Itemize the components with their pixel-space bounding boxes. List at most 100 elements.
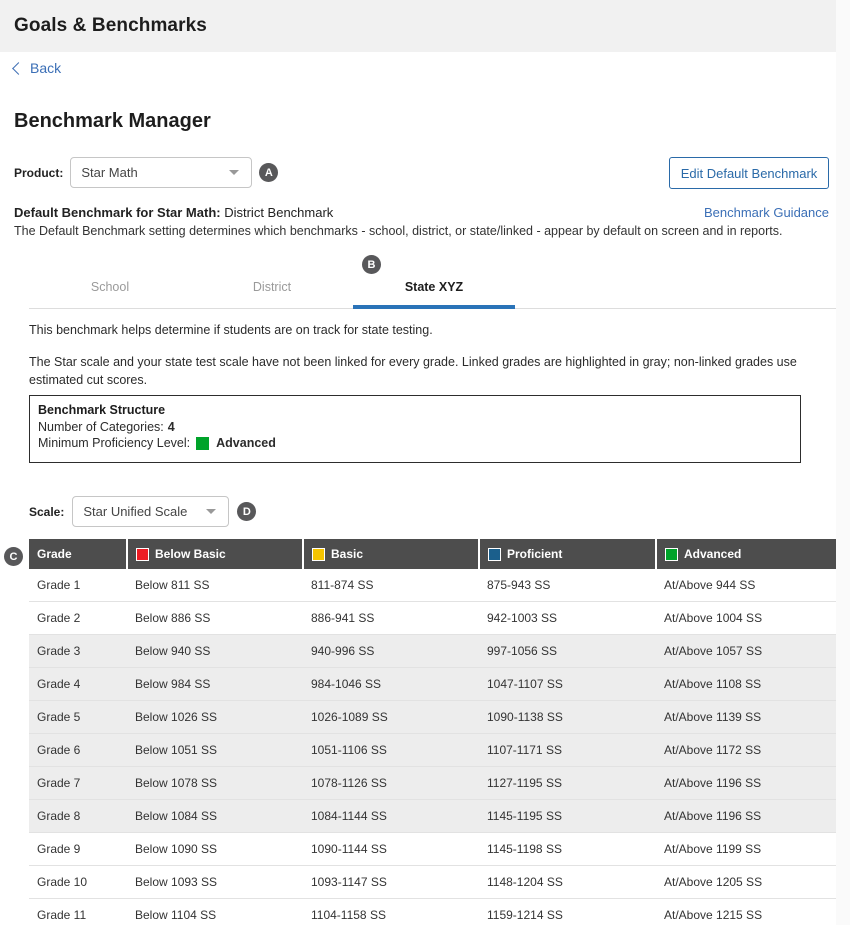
cell-below-basic: Below 886 SS — [127, 601, 303, 635]
cell-below-basic: Below 1078 SS — [127, 766, 303, 800]
cell-advanced: At/Above 1139 SS — [656, 700, 836, 734]
number-of-categories-value: 4 — [167, 420, 175, 434]
table-row: Grade 1 Below 811 SS 811-874 SS 875-943 SS A… — [29, 569, 836, 602]
cell-proficient: 1148-1204 SS — [479, 865, 656, 899]
cell-grade: Grade 3 — [29, 634, 127, 668]
benchmark-guidance-link[interactable]: Benchmark Guidance — [704, 205, 829, 220]
table-row: Grade 6 Below 1051 SS 1051-1106 SS 1107-117… — [29, 733, 836, 767]
cell-proficient: 942-1003 SS — [479, 601, 656, 635]
cell-proficient: 1159-1214 SS — [479, 898, 656, 925]
table-row: Grade 7 Below 1078 SS 1078-1126 SS 1127-119… — [29, 766, 836, 800]
cell-advanced: At/Above 1196 SS — [656, 799, 836, 833]
default-benchmark-description: The Default Benchmark setting determines… — [14, 224, 783, 238]
cell-basic: 940-996 SS — [303, 634, 479, 668]
table-row: Grade 8 Below 1084 SS 1084-1144 SS 1145-119… — [29, 799, 836, 833]
cell-proficient: 997-1056 SS — [479, 634, 656, 668]
minimum-proficiency-value: Advanced — [216, 436, 276, 450]
chevron-left-icon — [12, 62, 25, 75]
tab-school[interactable]: School — [29, 270, 191, 309]
product-select[interactable]: Star Math — [70, 157, 253, 188]
table-header-row: Grade Below Basic Basic Proficient Advan… — [29, 539, 836, 569]
column-header-below-basic: Below Basic — [127, 539, 304, 569]
cell-basic: 1078-1126 SS — [303, 766, 479, 800]
column-header-grade: Grade — [29, 539, 128, 569]
cell-advanced: At/Above 1199 SS — [656, 832, 836, 866]
column-header-grade-label: Grade — [37, 547, 72, 561]
number-of-categories-label: Number of Categories: — [38, 420, 164, 434]
cell-grade: Grade 2 — [29, 601, 127, 635]
cell-basic: 1104-1158 SS — [303, 898, 479, 925]
scale-select[interactable]: Star Unified Scale — [72, 496, 230, 527]
cell-basic: 1026-1089 SS — [303, 700, 479, 734]
cell-advanced: At/Above 1057 SS — [656, 634, 836, 668]
callout-badge-c: C — [4, 547, 23, 566]
below-basic-color-swatch — [136, 547, 149, 561]
cell-proficient: 1127-1195 SS — [479, 766, 656, 800]
scale-select-value: Star Unified Scale — [83, 504, 188, 519]
default-benchmark-line: Default Benchmark for Star Math: Distric… — [14, 205, 333, 220]
cell-below-basic: Below 1093 SS — [127, 865, 303, 899]
table-row: Grade 3 Below 940 SS 940-996 SS 997-1056 SS… — [29, 634, 836, 668]
benchmark-description-1: This benchmark helps determine if studen… — [29, 323, 433, 337]
column-header-basic-label: Basic — [331, 547, 364, 561]
cell-basic: 811-874 SS — [303, 569, 479, 602]
cell-grade: Grade 1 — [29, 569, 127, 602]
scale-label: Scale: — [29, 504, 65, 519]
cell-proficient: 1090-1138 SS — [479, 700, 656, 734]
cell-below-basic: Below 1104 SS — [127, 898, 303, 925]
cell-below-basic: Below 940 SS — [127, 634, 303, 668]
callout-badge-d: D — [237, 502, 257, 521]
cell-below-basic: Below 1090 SS — [127, 832, 303, 866]
edit-default-benchmark-button[interactable]: Edit Default Benchmark — [669, 157, 829, 189]
benchmark-manager-page: Goals & Benchmarks Back Benchmark Manage… — [0, 0, 850, 925]
cell-grade: Grade 9 — [29, 832, 127, 866]
benchmark-tabs: School District State XYZ — [29, 270, 836, 309]
tab-district[interactable]: District — [191, 270, 353, 309]
cell-below-basic: Below 811 SS — [127, 569, 303, 602]
product-label: Product: — [14, 165, 64, 180]
product-select-value: Star Math — [81, 165, 138, 180]
cell-advanced: At/Above 944 SS — [656, 569, 836, 602]
column-header-advanced: Advanced — [656, 539, 836, 569]
cell-grade: Grade 8 — [29, 799, 127, 833]
table-row: Grade 11 Below 1104 SS 1104-1158 SS 1159-12… — [29, 898, 836, 925]
cell-below-basic: Below 1084 SS — [127, 799, 303, 833]
table-row: Grade 9 Below 1090 SS 1090-1144 SS 1145-119… — [29, 832, 836, 866]
product-selector-row: Product: Star Math A — [14, 157, 279, 188]
cell-basic: 984-1046 SS — [303, 667, 479, 701]
table-row: Grade 5 Below 1026 SS 1026-1089 SS 1090-113… — [29, 700, 836, 734]
cell-proficient: 1107-1171 SS — [479, 733, 656, 767]
benchmark-cut-scores-table: Grade Below Basic Basic Proficient Advan… — [29, 539, 836, 925]
app-header-title: Goals & Benchmarks — [14, 15, 207, 36]
cell-grade: Grade 5 — [29, 700, 127, 734]
column-header-basic: Basic — [303, 539, 480, 569]
cell-below-basic: Below 984 SS — [127, 667, 303, 701]
column-header-advanced-label: Advanced — [684, 547, 742, 561]
cell-proficient: 1145-1198 SS — [479, 832, 656, 866]
cell-grade: Grade 7 — [29, 766, 127, 800]
cell-advanced: At/Above 1215 SS — [656, 898, 836, 925]
proficient-color-swatch — [488, 547, 501, 561]
cell-below-basic: Below 1026 SS — [127, 700, 303, 734]
page-title: Benchmark Manager — [14, 110, 211, 132]
table-body: Grade 1 Below 811 SS 811-874 SS 875-943 SS A… — [29, 569, 836, 925]
column-header-proficient-label: Proficient — [507, 547, 563, 561]
scale-selector-row: Scale: Star Unified Scale D — [29, 496, 257, 527]
cell-proficient: 1145-1195 SS — [479, 799, 656, 833]
cell-grade: Grade 4 — [29, 667, 127, 701]
cell-advanced: At/Above 1108 SS — [656, 667, 836, 701]
tab-state-xyz[interactable]: State XYZ — [353, 270, 515, 309]
back-link[interactable]: Back — [12, 60, 61, 76]
page-right-gutter — [836, 0, 850, 925]
column-header-below-basic-label: Below Basic — [155, 547, 226, 561]
cell-advanced: At/Above 1205 SS — [656, 865, 836, 899]
table-header: Grade Below Basic Basic Proficient Advan… — [29, 539, 836, 569]
cell-basic: 1051-1106 SS — [303, 733, 479, 767]
default-benchmark-value: District Benchmark — [224, 205, 334, 220]
cell-below-basic: Below 1051 SS — [127, 733, 303, 767]
app-header: Goals & Benchmarks — [0, 0, 836, 52]
benchmark-description-2: The Star scale and your state test scale… — [29, 355, 797, 388]
cell-basic: 886-941 SS — [303, 601, 479, 635]
cell-advanced: At/Above 1196 SS — [656, 766, 836, 800]
chevron-down-icon — [229, 170, 240, 175]
